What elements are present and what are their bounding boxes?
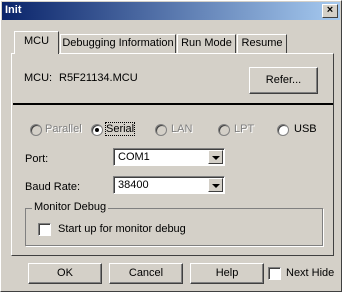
radio-selected-dot xyxy=(95,128,99,132)
chevron-down-icon[interactable] xyxy=(208,178,223,192)
monitor-debug-group-label: Monitor Debug xyxy=(32,201,109,213)
mcu-label: MCU: xyxy=(24,72,53,84)
radio-serial-label: Serial xyxy=(104,122,136,136)
cancel-button-label: Cancel xyxy=(128,267,164,279)
tab-mcu-label: MCU xyxy=(23,35,50,47)
monitor-debug-checkbox[interactable] xyxy=(38,223,51,236)
radio-parallel[interactable] xyxy=(30,124,42,136)
monitor-debug-checkbox-label: Start up for monitor debug xyxy=(58,223,186,235)
tab-resume-label: Resume xyxy=(241,37,283,49)
radio-lpt-label: LPT xyxy=(234,123,255,135)
tab-debugging-information-label: Debugging Information xyxy=(62,37,174,49)
separator xyxy=(13,103,333,105)
baud-rate-label: Baud Rate: xyxy=(25,181,81,193)
tab-run-mode[interactable]: Run Mode xyxy=(177,34,236,53)
ok-button-label: OK xyxy=(57,267,73,279)
radio-lpt[interactable] xyxy=(218,124,230,136)
radio-usb[interactable] xyxy=(277,124,289,136)
radio-lan-label: LAN xyxy=(171,123,193,135)
help-button-label: Help xyxy=(215,267,239,279)
cancel-button[interactable]: Cancel xyxy=(109,263,183,284)
port-select[interactable]: COM1 xyxy=(113,148,225,166)
refer-button-label: Refer... xyxy=(265,74,302,86)
radio-serial[interactable] xyxy=(91,124,103,136)
window-title: Init xyxy=(5,4,22,16)
tab-debugging-information[interactable]: Debugging Information xyxy=(60,34,176,53)
close-icon: × xyxy=(326,4,334,16)
tab-run-mode-label: Run Mode xyxy=(181,37,232,49)
port-select-value: COM1 xyxy=(118,151,150,163)
chevron-down-icon[interactable] xyxy=(208,150,223,164)
radio-lan[interactable] xyxy=(155,124,167,136)
radio-parallel-label: Parallel xyxy=(45,123,82,135)
refer-button[interactable]: Refer... xyxy=(249,67,318,94)
tab-mcu[interactable]: MCU xyxy=(14,31,59,54)
next-hide-checkbox[interactable] xyxy=(268,267,281,280)
next-hide-label: Next Hide xyxy=(286,267,335,279)
radio-usb-label: USB xyxy=(294,123,317,135)
baud-rate-select[interactable]: 38400 xyxy=(113,176,225,194)
mcu-value: R5F21134.MCU xyxy=(59,72,138,84)
tab-resume[interactable]: Resume xyxy=(237,34,287,53)
baud-rate-select-value: 38400 xyxy=(118,179,149,191)
title-bar[interactable]: Init × xyxy=(2,2,340,20)
close-button[interactable]: × xyxy=(322,4,338,18)
port-label: Port: xyxy=(25,153,49,165)
help-button[interactable]: Help xyxy=(190,263,264,284)
ok-button[interactable]: OK xyxy=(28,263,102,284)
